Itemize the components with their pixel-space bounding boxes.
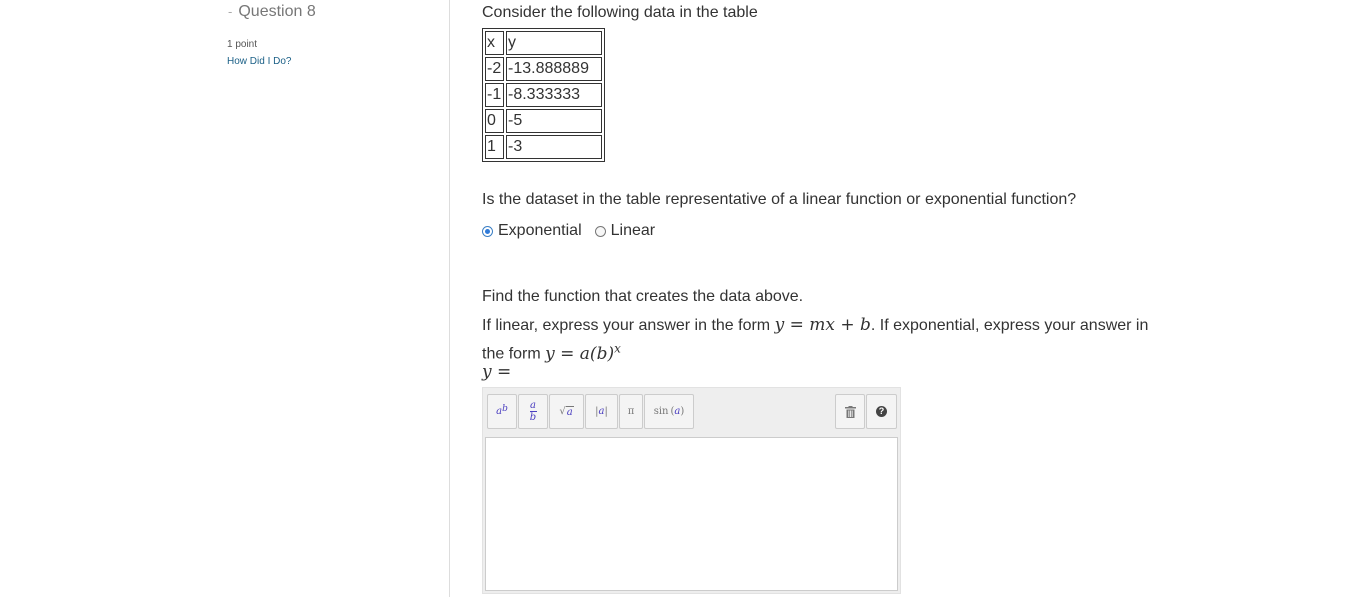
table-row: 1 -3 <box>485 135 602 159</box>
find-function-prompt: Find the function that creates the data … <box>482 288 804 305</box>
answer-input[interactable] <box>485 437 898 591</box>
option-linear[interactable]: Linear <box>594 222 656 240</box>
radio-linear[interactable] <box>594 226 606 237</box>
sin-button[interactable]: sin (a) <box>644 394 694 429</box>
table-cell-y: -5 <box>506 109 602 133</box>
table-cell-x: 0 <box>485 109 504 133</box>
pi-button[interactable]: π <box>619 394 643 429</box>
absolute-value-button[interactable]: | a | <box>585 394 618 429</box>
table-row: -2 -13.888889 <box>485 57 602 81</box>
form-text-1: If linear, express your answer in the fo… <box>482 317 775 334</box>
help-button[interactable]: ? <box>866 394 897 429</box>
data-table: x y -2 -13.888889 -1 -8.333333 0 -5 1 -3 <box>482 28 605 162</box>
fraction-button[interactable]: ab <box>518 394 548 429</box>
linear-form-formula: y = mx + b <box>774 315 871 335</box>
question-icon: ? <box>876 406 887 417</box>
option-exponential[interactable]: Exponential <box>482 222 582 240</box>
question-points: 1 point <box>227 39 258 50</box>
trash-icon <box>844 405 856 418</box>
table-cell-y: -13.888889 <box>506 57 602 81</box>
trash-button[interactable] <box>835 394 865 429</box>
answer-form-instructions: If linear, express your answer in the fo… <box>482 314 1162 366</box>
table-cell-x: -1 <box>485 83 504 107</box>
table-cell-x: 1 <box>485 135 504 159</box>
table-cell-x: -2 <box>485 57 504 81</box>
sidebar-divider <box>449 0 450 597</box>
table-row: 0 -5 <box>485 109 602 133</box>
option-exponential-label: Exponential <box>498 222 582 239</box>
answer-label: y = <box>482 362 512 382</box>
function-type-prompt: Is the dataset in the table representati… <box>482 191 1077 208</box>
table-cell-y: -3 <box>506 135 602 159</box>
option-linear-label: Linear <box>610 222 656 239</box>
exponential-form-formula: y = a(b)x <box>545 341 621 364</box>
sqrt-button[interactable]: √ a <box>549 394 584 429</box>
question-label: Question 8 <box>238 3 316 20</box>
table-header-y: y <box>506 31 602 55</box>
page: - Question 8 1 point How Did I Do? Consid… <box>0 0 1366 597</box>
how-did-i-do-link[interactable]: How Did I Do? <box>227 56 291 67</box>
table-header-row: x y <box>485 31 602 55</box>
math-editor: ab ab √ a | a | π sin (a) ? <box>482 387 901 594</box>
question-bullet: - <box>228 4 233 19</box>
sidebar-question-item[interactable]: - Question 8 <box>228 3 316 21</box>
power-button[interactable]: ab <box>487 394 517 429</box>
table-header-x: x <box>485 31 504 55</box>
table-row: -1 -8.333333 <box>485 83 602 107</box>
table-cell-y: -8.333333 <box>506 83 602 107</box>
question-intro: Consider the following data in the table <box>482 4 758 21</box>
radio-exponential[interactable] <box>482 226 493 237</box>
function-type-options: Exponential Linear <box>482 222 668 240</box>
